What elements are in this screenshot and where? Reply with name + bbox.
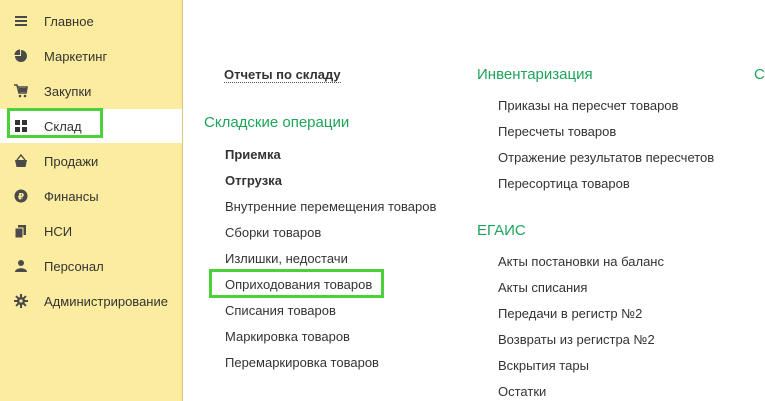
- link-register2-returns[interactable]: Возвраты из регистра №2: [498, 332, 655, 348]
- sidebar-item-label: Главное: [44, 14, 94, 29]
- svg-text:₽: ₽: [18, 193, 24, 203]
- sidebar-item-personnel[interactable]: Персонал: [0, 249, 182, 283]
- section-heading-cut: С: [754, 66, 765, 83]
- link-relabeling[interactable]: Перемаркировка товаров: [225, 355, 379, 371]
- sidebar-item-warehouse[interactable]: Склад: [0, 109, 182, 143]
- link-shipment[interactable]: Отгрузка: [225, 173, 282, 189]
- link-balance-acts[interactable]: Акты постановки на баланс: [498, 254, 664, 270]
- sidebar-item-label: Маркетинг: [44, 49, 108, 64]
- gear-icon: [14, 294, 28, 308]
- sidebar-item-label: Персонал: [44, 259, 104, 274]
- sidebar-item-label: Администрирование: [44, 294, 168, 309]
- link-internal-transfers[interactable]: Внутренние перемещения товаров: [225, 199, 436, 215]
- link-assemblies[interactable]: Сборки товаров: [225, 225, 321, 241]
- link-regrading[interactable]: Пересортица товаров: [498, 176, 630, 192]
- sidebar: Главное Маркетинг Закупки Склад Продажи …: [0, 0, 183, 401]
- link-writeoff-acts[interactable]: Акты списания: [498, 280, 587, 296]
- sidebar-item-sales[interactable]: Продажи: [0, 144, 182, 178]
- link-recount-results[interactable]: Отражение результатов пересчетов: [498, 150, 714, 166]
- sidebar-item-finance[interactable]: ₽ Финансы: [0, 179, 182, 213]
- sidebar-item-main[interactable]: Главное: [0, 4, 182, 38]
- sidebar-item-label: Продажи: [44, 154, 99, 169]
- link-surplus-shortage[interactable]: Излишки, недостачи: [225, 251, 348, 267]
- documents-icon: [14, 224, 28, 238]
- link-labeling[interactable]: Маркировка товаров: [225, 329, 350, 345]
- sidebar-item-marketing[interactable]: Маркетинг: [0, 39, 182, 73]
- ruble-coin-icon: ₽: [14, 189, 28, 203]
- link-recounts[interactable]: Пересчеты товаров: [498, 124, 616, 140]
- sidebar-item-label: НСИ: [44, 224, 73, 239]
- link-container-openings[interactable]: Вскрытия тары: [498, 358, 589, 374]
- menu-lines-icon: [14, 14, 28, 28]
- link-goods-receipt[interactable]: Оприходования товаров: [225, 277, 372, 293]
- section-heading-warehouse-ops: Складские операции: [204, 114, 350, 131]
- link-write-offs[interactable]: Списания товаров: [225, 303, 336, 319]
- link-recount-orders[interactable]: Приказы на пересчет товаров: [498, 98, 678, 114]
- link-acceptance[interactable]: Приемка: [225, 147, 281, 163]
- sidebar-item-nsi[interactable]: НСИ: [0, 214, 182, 248]
- grid-icon: [14, 119, 28, 133]
- reports-link[interactable]: Отчеты по складу: [224, 67, 341, 83]
- person-icon: [14, 259, 28, 273]
- basket-icon: [14, 154, 28, 168]
- link-balances[interactable]: Остатки: [498, 384, 546, 400]
- sidebar-item-admin[interactable]: Администрирование: [0, 284, 182, 318]
- sidebar-item-label: Финансы: [44, 189, 99, 204]
- cart-icon: [14, 84, 28, 98]
- sidebar-item-label: Склад: [44, 119, 82, 134]
- section-heading-egais: ЕГАИС: [477, 222, 526, 239]
- section-heading-inventory: Инвентаризация: [477, 66, 593, 83]
- link-register2-transfers[interactable]: Передачи в регистр №2: [498, 306, 642, 322]
- pie-chart-icon: [14, 49, 28, 63]
- sidebar-item-purchases[interactable]: Закупки: [0, 74, 182, 108]
- sidebar-item-label: Закупки: [44, 84, 92, 99]
